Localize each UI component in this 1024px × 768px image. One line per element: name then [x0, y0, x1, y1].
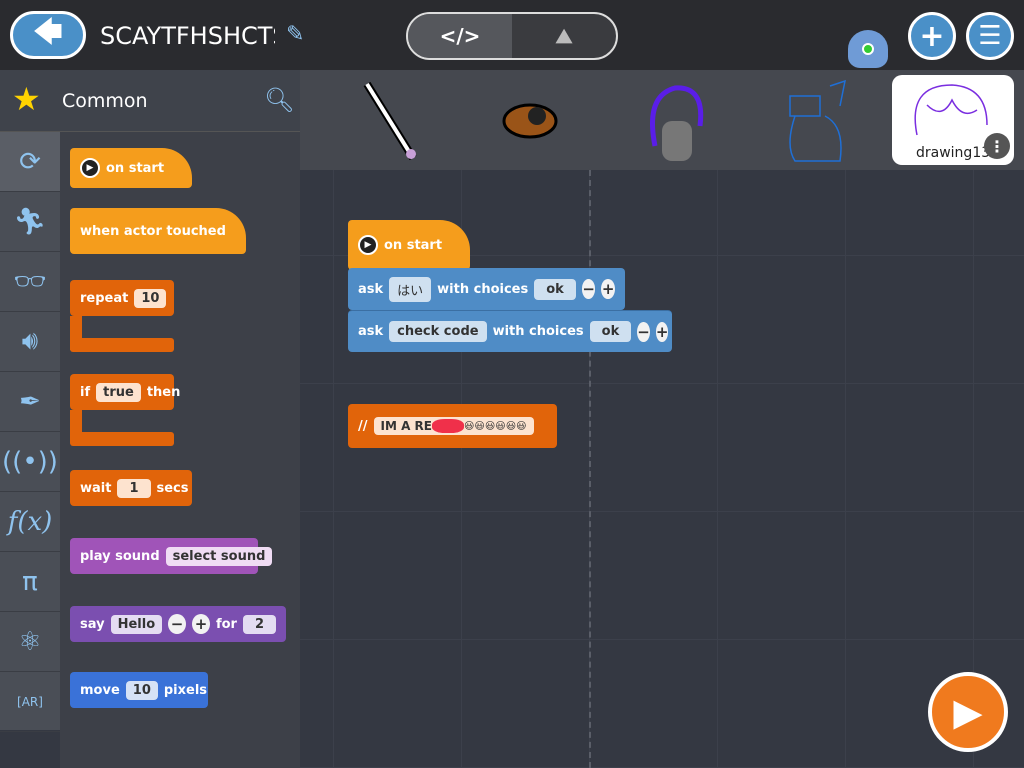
category-functions-fx-icon[interactable]: f(x): [0, 492, 60, 552]
comment-emoji: 😃😃😃😃😃😃: [464, 420, 527, 432]
block-label: play sound: [80, 548, 160, 564]
star-icon: ★: [12, 80, 41, 118]
block-label: then: [146, 384, 181, 400]
block-label: if: [80, 384, 91, 400]
choice-input[interactable]: ok: [534, 278, 576, 300]
plus-icon[interactable]: +: [601, 279, 615, 299]
palette-block-say[interactable]: say Hello − + for 2: [70, 606, 286, 642]
category-math-pi-icon[interactable]: π: [0, 552, 60, 612]
workspace-block-ask-1[interactable]: ask はい with choices ok − +: [348, 268, 625, 310]
plus-icon[interactable]: +: [192, 614, 210, 634]
minus-icon[interactable]: −: [168, 614, 187, 634]
category-events-broadcast-icon[interactable]: ((•)): [0, 432, 60, 492]
choice-input[interactable]: ok: [589, 321, 632, 342]
workspace-comment-block[interactable]: // IM A RE 😃😃😃😃😃😃: [348, 404, 557, 448]
menu-button[interactable]: ☰: [966, 12, 1014, 60]
c-block-foot: [70, 432, 174, 446]
sound-select[interactable]: select sound: [165, 546, 273, 566]
palette-block-repeat[interactable]: repeat 10: [70, 280, 174, 316]
palette-block-wait[interactable]: wait 1 secs: [70, 470, 192, 506]
code-icon: </>: [439, 24, 481, 48]
category-science-atom-icon[interactable]: ⚛: [0, 612, 60, 672]
if-condition-input[interactable]: true: [96, 382, 141, 402]
move-pixels-input[interactable]: 10: [125, 680, 158, 700]
minus-icon[interactable]: −: [581, 279, 596, 299]
sprite-thumbnail-creature[interactable]: [485, 76, 575, 166]
sprite-thumbnail-selected[interactable]: drawing13 ⋮: [892, 75, 1014, 165]
monster-mascot-icon: [848, 30, 888, 68]
edit-title-pencil-icon[interactable]: ✎: [286, 22, 304, 47]
block-label: with choices: [437, 281, 529, 297]
block-label: repeat: [80, 290, 129, 306]
block-label: wait: [80, 480, 112, 496]
category-sound-speaker-icon[interactable]: 🔊︎: [0, 312, 60, 372]
palette-block-move[interactable]: move 10 pixels: [70, 672, 208, 708]
comment-prefix: //: [358, 418, 368, 434]
view-toggle: </> ⛰: [406, 12, 618, 60]
scene-view-tab[interactable]: ⛰: [512, 14, 616, 58]
palette-block-on-start[interactable]: ▶ on start: [70, 148, 192, 188]
comment-text: IM A RE: [380, 419, 433, 433]
category-looks-glasses-icon[interactable]: 👓︎: [0, 252, 60, 312]
category-sidebar: ⟳ 🏃︎ 👓︎ 🔊︎ ✒ ((•)) f(x) π ⚛ [AR]: [0, 132, 60, 732]
image-icon: ⛰: [555, 24, 573, 48]
question-input[interactable]: はい: [389, 276, 432, 302]
c-block-foot: [70, 338, 174, 352]
plus-icon[interactable]: +: [655, 321, 669, 342]
workspace-block-ask-2[interactable]: ask check code with choices ok − +: [348, 310, 672, 352]
category-loop-icon[interactable]: ⟳: [0, 132, 60, 192]
category-ar-icon[interactable]: [AR]: [0, 672, 60, 732]
search-icon[interactable]: 🔍︎: [264, 86, 294, 114]
comment-text-input[interactable]: IM A RE 😃😃😃😃😃😃: [373, 417, 534, 435]
back-button[interactable]: 🡄: [10, 11, 86, 59]
wait-seconds-input[interactable]: 1: [117, 478, 151, 498]
hamburger-icon: ☰: [978, 21, 1002, 51]
block-label: ask: [358, 281, 384, 297]
palette-header: ★ Common 🔍︎: [0, 70, 300, 132]
sprite-options-button[interactable]: ⋮: [984, 133, 1010, 159]
plus-icon: +: [919, 18, 945, 54]
sprite-thumbnail-sketch[interactable]: [770, 76, 860, 166]
stage-center-guide: [589, 170, 591, 768]
block-label: when actor touched: [80, 223, 226, 239]
category-motion-runner-icon[interactable]: 🏃︎: [0, 192, 60, 252]
play-icon: ▶: [953, 690, 983, 734]
sprite-name: drawing13: [916, 145, 991, 161]
project-title[interactable]: SCAYTFHSHCTS: [100, 22, 275, 50]
question-input[interactable]: check code: [389, 321, 487, 342]
block-label: on start: [106, 160, 165, 176]
block-label: move: [80, 682, 120, 698]
block-label: on start: [384, 237, 443, 253]
play-icon: ▶: [358, 235, 378, 255]
block-label: with choices: [492, 324, 584, 339]
run-button[interactable]: ▶: [928, 672, 1008, 752]
block-label: secs: [156, 480, 189, 496]
sprite-thumbnail-character[interactable]: [630, 76, 720, 166]
category-pen-icon[interactable]: ✒: [0, 372, 60, 432]
block-label: pixels: [163, 682, 208, 698]
palette-block-if-then[interactable]: if true then: [70, 374, 180, 410]
block-label: ask: [358, 324, 384, 339]
sprite-thumbnail-sword[interactable]: [345, 76, 435, 166]
palette-block-play-sound[interactable]: play sound select sound: [70, 538, 273, 574]
code-view-tab[interactable]: </>: [408, 14, 512, 58]
minus-icon[interactable]: −: [637, 321, 650, 342]
add-button[interactable]: +: [908, 12, 956, 60]
arrow-left-icon: 🡄: [33, 15, 63, 48]
palette-block-when-actor-touched[interactable]: when actor touched: [70, 208, 246, 254]
category-title: Common: [62, 90, 148, 112]
repeat-count-input[interactable]: 10: [134, 288, 167, 308]
workspace-block-on-start[interactable]: ▶ on start: [348, 220, 470, 270]
block-label: say: [80, 616, 105, 632]
say-text-input[interactable]: Hello: [110, 614, 163, 634]
say-seconds-input[interactable]: 2: [242, 614, 276, 634]
block-label: for: [215, 616, 237, 632]
top-bar: 🡄 SCAYTFHSHCTS ✎ </> ⛰ + ☰: [0, 0, 1024, 70]
play-icon: ▶: [80, 158, 100, 178]
redaction-scribble: [432, 419, 464, 433]
